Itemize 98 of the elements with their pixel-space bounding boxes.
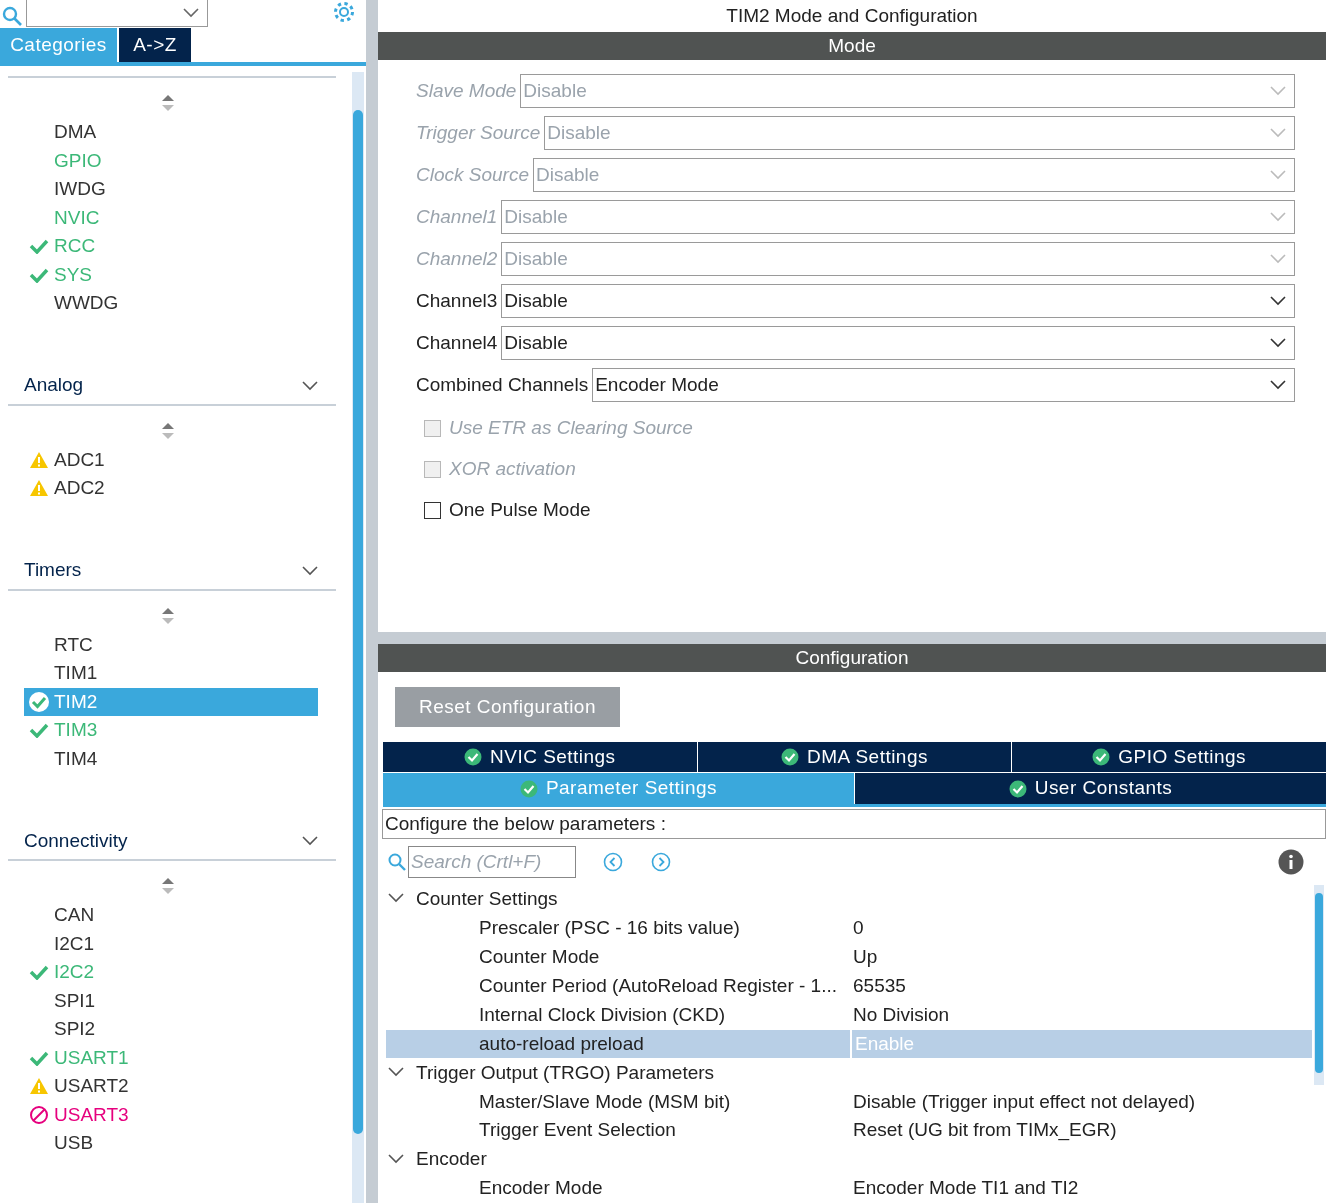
check-icon xyxy=(29,266,49,283)
chevron-down-icon xyxy=(1270,338,1286,348)
sort-arrows-icon xyxy=(162,878,174,894)
warning-icon xyxy=(29,479,49,498)
sort-arrows-icon xyxy=(162,607,174,624)
check-icon xyxy=(29,238,49,255)
checkbox-label: XOR activation xyxy=(449,457,576,482)
peripheral-item[interactable]: I2C1 xyxy=(24,929,318,958)
check-circle-icon xyxy=(1008,779,1027,798)
dropdown[interactable]: Disable xyxy=(501,326,1295,360)
splitter-bar[interactable] xyxy=(366,0,378,1203)
sort-arrows-icon xyxy=(162,422,174,439)
tab[interactable]: NVIC Settings xyxy=(383,742,697,772)
field-label: Channel2 xyxy=(416,246,498,271)
parameter-row[interactable]: Internal Clock Division (CKD) No Division xyxy=(386,1000,1312,1030)
field-label: Trigger Source xyxy=(416,120,541,145)
next-icon xyxy=(651,852,671,872)
parameter-row[interactable]: Master/Slave Mode (MSM bit) Disable (Trigger input effect not delayed) xyxy=(386,1087,1312,1117)
peripheral-item[interactable]: TIM4 xyxy=(24,744,318,773)
tree-group[interactable]: Counter Settings xyxy=(386,885,1314,914)
blocked-icon xyxy=(29,1104,49,1125)
parameter-row[interactable]: Encoder Mode Encoder Mode TI1 and TI2 xyxy=(386,1174,1312,1203)
peripheral-item[interactable]: USART3 xyxy=(24,1100,318,1129)
chevron-down-icon xyxy=(1270,128,1286,138)
search-field[interactable] xyxy=(26,0,208,27)
scrollbar-thumb[interactable] xyxy=(353,110,363,1134)
dropdown[interactable]: Disable xyxy=(501,284,1295,318)
splitter-bar[interactable] xyxy=(378,632,1326,644)
previous-button[interactable] xyxy=(602,851,624,873)
section-title[interactable]: Timers xyxy=(24,556,82,585)
warning-icon xyxy=(29,450,49,469)
tab[interactable]: GPIO Settings xyxy=(1011,742,1326,772)
section-title[interactable]: Connectivity xyxy=(24,826,128,856)
tab[interactable]: DMA Settings xyxy=(696,742,1012,772)
search-icon xyxy=(388,853,406,871)
field-label: Channel3 xyxy=(416,288,498,313)
check-icon xyxy=(29,1049,49,1066)
peripheral-item[interactable]: USB xyxy=(24,1129,318,1158)
tab[interactable]: A->Z xyxy=(119,28,191,62)
checkbox[interactable] xyxy=(424,502,441,519)
peripheral-item[interactable]: SPI2 xyxy=(24,1015,318,1044)
chevron-down-icon xyxy=(1270,86,1286,96)
peripheral-item[interactable]: ADC2 xyxy=(24,474,318,503)
chevron-down-icon xyxy=(1270,254,1286,264)
check-circle-icon xyxy=(464,748,483,766)
check-icon xyxy=(29,722,49,739)
peripheral-item[interactable]: WWDG xyxy=(24,289,318,318)
peripheral-item[interactable]: TIM1 xyxy=(24,659,318,688)
search-icon xyxy=(2,6,22,26)
peripheral-item[interactable]: SPI1 xyxy=(24,986,318,1015)
field-label: Clock Source xyxy=(416,162,529,187)
next-button[interactable] xyxy=(650,851,672,873)
dropdown[interactable]: Encoder Mode xyxy=(592,368,1295,402)
tree-group[interactable]: Trigger Output (TRGO) Parameters xyxy=(386,1058,1314,1088)
parameter-row[interactable]: Counter Mode Up xyxy=(386,942,1312,972)
settings-icon xyxy=(332,0,356,24)
section-header: Configuration xyxy=(378,644,1326,672)
peripheral-item[interactable]: CAN xyxy=(24,901,318,930)
field-label: Channel4 xyxy=(416,330,498,355)
parameter-row[interactable]: Prescaler (PSC - 16 bits value) 0 xyxy=(386,913,1312,943)
tab[interactable]: User Constants xyxy=(854,773,1326,804)
previous-icon xyxy=(603,852,623,872)
peripheral-item[interactable]: IWDG xyxy=(24,175,318,204)
field-label: Combined Channels xyxy=(416,372,589,397)
tree-group[interactable]: Encoder xyxy=(386,1145,1314,1175)
chevron-down-icon xyxy=(302,836,318,846)
hint-text: Configure the below parameters : xyxy=(382,809,1326,839)
chevron-down-icon xyxy=(1270,212,1286,222)
panel-title: TIM2 Mode and Configuration xyxy=(725,3,979,28)
parameter-row[interactable]: auto-reload preload Enable xyxy=(386,1029,1312,1059)
checkbox-label: One Pulse Mode xyxy=(449,498,591,523)
checkbox-label: Use ETR as Clearing Source xyxy=(449,416,693,441)
search-field[interactable]: Search (Crtl+F) xyxy=(408,846,576,878)
scrollbar-thumb[interactable] xyxy=(1315,893,1323,1073)
check-icon xyxy=(29,964,49,981)
check-circle-icon xyxy=(781,748,800,766)
chevron-down-icon xyxy=(1270,170,1286,180)
check-circle-icon xyxy=(1092,748,1111,766)
field-label: Channel1 xyxy=(416,204,498,229)
parameter-row[interactable]: Counter Period (AutoReload Register - 1... 65535 xyxy=(386,971,1312,1001)
check-circle-icon xyxy=(519,779,538,798)
peripheral-item[interactable]: USART2 xyxy=(24,1072,318,1101)
chevron-down-icon xyxy=(183,8,199,18)
info-icon xyxy=(1278,849,1304,875)
chevron-down-icon xyxy=(302,565,318,576)
peripheral-item[interactable]: DMA xyxy=(24,118,318,147)
section-header: Mode xyxy=(378,32,1326,60)
peripheral-item[interactable]: ADC1 xyxy=(24,445,318,474)
chevron-down-icon xyxy=(302,380,318,391)
sort-arrows-icon xyxy=(162,95,174,111)
chevron-down-icon xyxy=(1270,380,1286,390)
check-circle-icon xyxy=(28,690,50,713)
field-label: Slave Mode xyxy=(416,78,517,103)
peripheral-item[interactable]: RTC xyxy=(24,630,318,659)
warning-icon xyxy=(29,1077,49,1096)
chevron-down-icon xyxy=(1270,296,1286,306)
section-title[interactable]: Analog xyxy=(24,371,84,400)
parameter-row[interactable]: Trigger Event Selection Reset (UG bit from TIMx_EGR) xyxy=(386,1116,1312,1146)
